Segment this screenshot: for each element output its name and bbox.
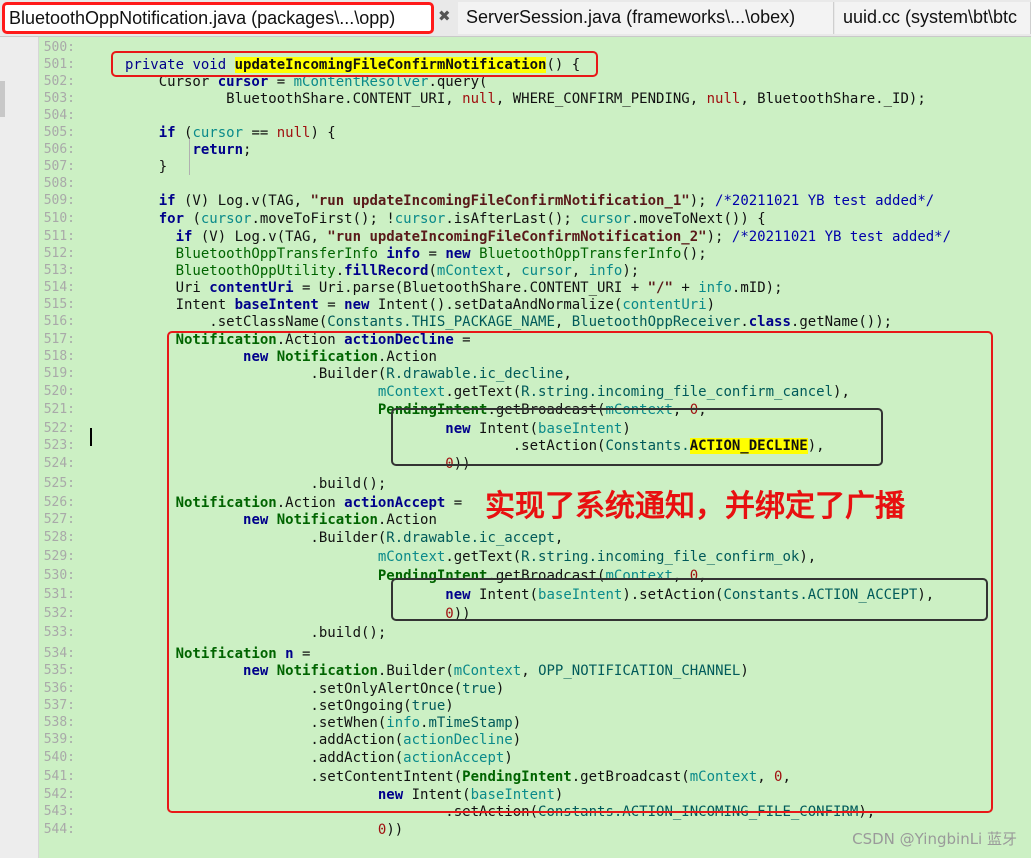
line-number: 512: — [43, 246, 75, 261]
line-number: 543: — [43, 804, 75, 819]
tab-server-session[interactable]: ServerSession.java (frameworks\...\obex) — [458, 2, 834, 34]
line-number: 530: — [43, 568, 75, 583]
line-number: 517: — [43, 332, 75, 347]
line-number: 515: — [43, 297, 75, 312]
line-number: 540: — [43, 750, 75, 765]
line-number: 516: — [43, 314, 75, 329]
line-number: 538: — [43, 715, 75, 730]
line-number: 525: — [43, 476, 75, 491]
tab-label: ServerSession.java (frameworks\...\obex) — [466, 7, 796, 27]
code-line: BluetoothOppUtility.fillRecord(mContext,… — [175, 263, 640, 279]
line-number: 521: — [43, 402, 75, 417]
side-panel-strip — [0, 37, 39, 858]
line-number: 539: — [43, 732, 75, 747]
line-number: 528: — [43, 530, 75, 545]
gutter-marker — [0, 81, 5, 117]
accept-pending-intent-box — [391, 578, 988, 621]
tab-uuid-cc[interactable]: uuid.cc (system\bt\btc — [835, 2, 1031, 34]
code-line: return; — [192, 142, 252, 158]
line-number: 544: — [43, 822, 75, 837]
code-line: for (cursor.moveToFirst(); !cursor.isAft… — [158, 211, 766, 227]
line-number: 541: — [43, 769, 75, 784]
code-line: Uri contentUri = Uri.parse(BluetoothShar… — [125, 280, 783, 296]
line-number: 509: — [43, 193, 75, 208]
line-number: 537: — [43, 698, 75, 713]
watermark: CSDN @YingbinLi 蓝牙 — [852, 830, 1017, 848]
line-number: 506: — [43, 142, 75, 157]
line-number: 534: — [43, 646, 75, 661]
code-line: Intent baseIntent = new Intent().setData… — [125, 297, 716, 313]
code-line: BluetoothOppTransferInfo info = new Blue… — [175, 246, 707, 262]
code-line: } — [125, 159, 168, 175]
code-line: .setClassName(Constants.THIS_PACKAGE_NAM… — [125, 314, 893, 330]
line-number: 523: — [43, 438, 75, 453]
tab-bar: BluetoothOppNotification.java (packages\… — [0, 0, 1031, 37]
line-number: 514: — [43, 280, 75, 295]
line-number: 507: — [43, 159, 75, 174]
tab-bluetooth-opp-notification[interactable]: BluetoothOppNotification.java (packages\… — [2, 2, 434, 34]
line-number: 511: — [43, 229, 75, 244]
line-number: 519: — [43, 366, 75, 381]
text-cursor — [90, 428, 92, 446]
line-number: 504: — [43, 108, 75, 123]
close-icon[interactable]: ✖ — [438, 7, 451, 25]
line-number: 503: — [43, 91, 75, 106]
code-editor[interactable]: 500: 501: private void updateIncomingFileC… — [39, 37, 1031, 858]
code-line: if (V) Log.v(TAG, "run updateIncomingFil… — [158, 193, 935, 209]
line-number: 510: — [43, 211, 75, 226]
decline-pending-intent-box — [391, 408, 883, 466]
line-number: 526: — [43, 495, 75, 510]
line-number: 532: — [43, 606, 75, 621]
code-line: if (V) Log.v(TAG, "run updateIncomingFil… — [175, 229, 952, 245]
line-number: 536: — [43, 681, 75, 696]
line-number: 533: — [43, 625, 75, 640]
code-line: if (cursor == null) { — [158, 125, 336, 141]
tab-label: uuid.cc (system\bt\btc — [843, 7, 1018, 27]
line-number: 513: — [43, 263, 75, 278]
line-number: 531: — [43, 587, 75, 602]
line-number: 542: — [43, 787, 75, 802]
method-signature-highlight-box — [111, 51, 598, 77]
line-number: 520: — [43, 384, 75, 399]
line-number: 527: — [43, 512, 75, 527]
line-number: 535: — [43, 663, 75, 678]
line-number: 518: — [43, 349, 75, 364]
line-number: 508: — [43, 176, 75, 191]
line-number: 522: — [43, 421, 75, 436]
line-number: 501: — [43, 57, 75, 72]
tab-label: BluetoothOppNotification.java (packages\… — [9, 8, 396, 28]
line-number: 502: — [43, 74, 75, 89]
notification-code-highlight-box — [167, 331, 993, 813]
code-line: BluetoothShare.CONTENT_URI, null, WHERE_… — [125, 91, 926, 107]
line-number: 505: — [43, 125, 75, 140]
annotation-text: 实现了系统通知，并绑定了广播 — [485, 489, 905, 524]
line-number: 524: — [43, 456, 75, 471]
line-number: 500: — [43, 40, 75, 55]
code-line: 0)) — [377, 822, 404, 838]
line-number: 529: — [43, 549, 75, 564]
